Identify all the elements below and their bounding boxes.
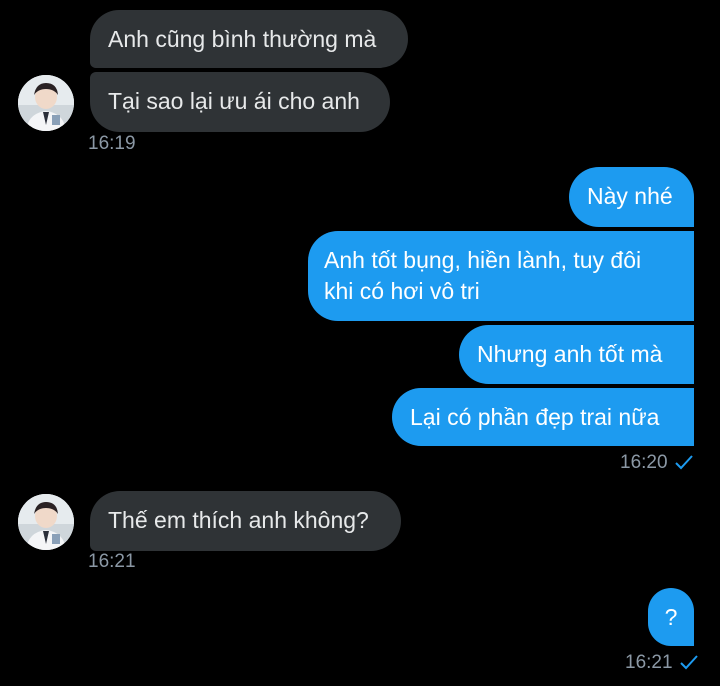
message-timestamp: 16:19 <box>88 133 136 154</box>
incoming-message[interactable]: Thế em thích anh không? <box>90 491 401 551</box>
incoming-message[interactable]: Anh cũng bình thường mà <box>90 10 408 68</box>
timestamp-text: 16:20 <box>620 452 668 473</box>
message-text: Lại có phần đẹp trai nữa <box>410 404 660 430</box>
avatar-image <box>18 75 74 131</box>
message-text: Này nhé <box>587 183 673 209</box>
avatar-image <box>18 494 74 550</box>
message-text: Nhưng anh tốt mà <box>477 341 663 367</box>
message-text: Tại sao lại ưu ái cho anh <box>108 88 360 114</box>
outgoing-message[interactable]: ? <box>648 588 694 646</box>
message-timestamp: 16:21 <box>88 551 136 572</box>
outgoing-message[interactable]: Này nhé <box>569 167 694 227</box>
timestamp-text: 16:21 <box>625 652 673 673</box>
check-icon <box>679 655 698 670</box>
outgoing-message[interactable]: Anh tốt bụng, hiền lành, tuy đôi khi có … <box>308 231 694 321</box>
outgoing-message[interactable]: Nhưng anh tốt mà <box>459 325 694 384</box>
check-icon <box>674 455 693 470</box>
message-text: Anh tốt bụng, hiền lành, tuy đôi khi có … <box>324 247 642 304</box>
contact-avatar[interactable] <box>18 494 74 550</box>
message-timestamp: 16:21 <box>625 652 698 674</box>
contact-avatar[interactable] <box>18 75 74 131</box>
message-text: ? <box>664 604 678 630</box>
incoming-message[interactable]: Tại sao lại ưu ái cho anh <box>90 72 390 132</box>
message-text: Anh cũng bình thường mà <box>108 26 377 52</box>
message-timestamp: 16:20 <box>620 452 693 474</box>
outgoing-message[interactable]: Lại có phần đẹp trai nữa <box>392 388 694 446</box>
message-text: Thế em thích anh không? <box>108 507 369 533</box>
